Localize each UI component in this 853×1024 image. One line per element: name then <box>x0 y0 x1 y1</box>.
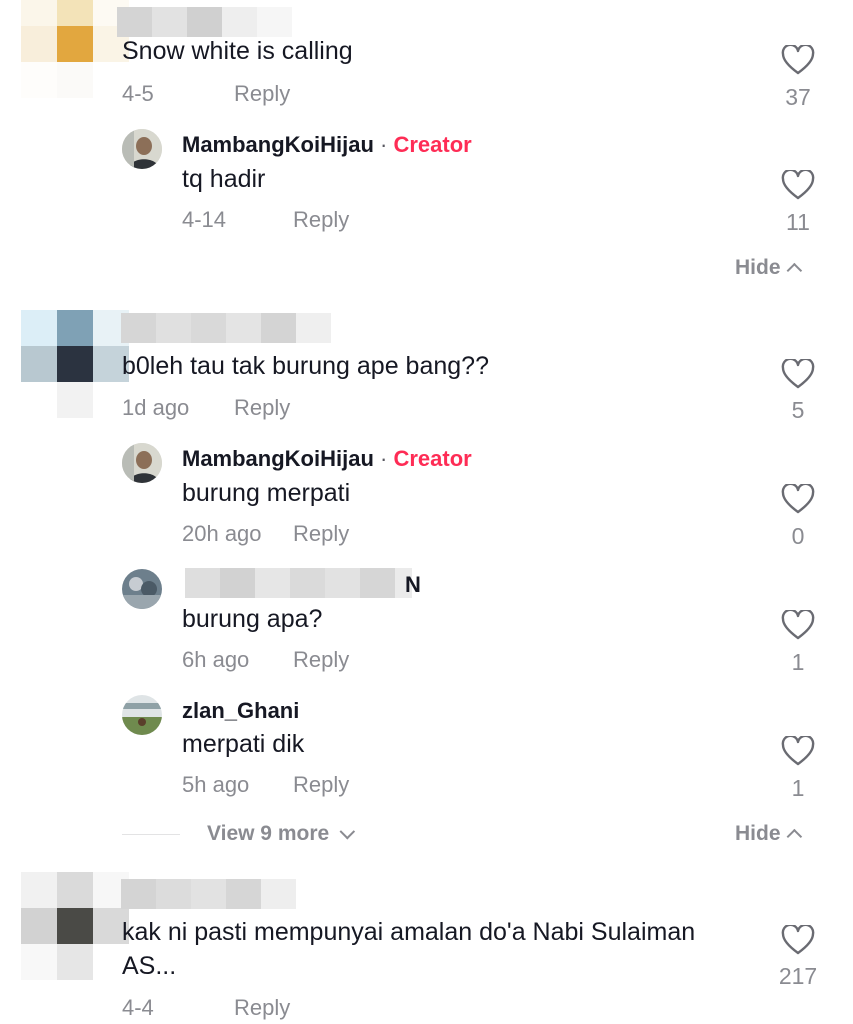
username[interactable]: MambangKoiHijau <box>182 132 374 157</box>
reply-text: burung apa? <box>182 605 323 633</box>
hide-replies-button[interactable]: Hide <box>735 256 802 280</box>
reply-button[interactable]: Reply <box>293 521 349 547</box>
like-count: 0 <box>791 523 805 549</box>
reply-author[interactable]: MambangKoiHijau · Creator <box>182 132 472 158</box>
username-censored[interactable] <box>185 568 412 598</box>
heart-icon[interactable] <box>781 45 815 75</box>
username-censored[interactable] <box>121 879 296 909</box>
chevron-up-icon <box>786 262 802 279</box>
comment-text: Snow white is calling <box>122 37 353 65</box>
creator-badge: Creator <box>393 446 472 471</box>
comment-time: 1d ago <box>122 395 190 420</box>
reply-button[interactable]: Reply <box>293 207 349 233</box>
like-count: 37 <box>785 84 811 110</box>
heart-icon[interactable] <box>781 359 815 389</box>
username[interactable]: zlan_Ghani <box>182 698 299 723</box>
heart-icon[interactable] <box>781 610 815 640</box>
username-visible-fragment[interactable]: N <box>405 572 421 598</box>
reply-time: 6h ago <box>182 647 250 672</box>
comment-text-line-2: AS... <box>122 952 177 980</box>
comment-text: b0leh tau tak burung ape bang?? <box>122 352 489 380</box>
comment-time: 4-5 <box>122 81 154 106</box>
view-more-label: View 9 more <box>207 822 330 845</box>
view-more-button[interactable]: View 9 more <box>207 822 356 846</box>
comment-time: 4-4 <box>122 995 154 1020</box>
chevron-down-icon <box>339 823 356 840</box>
avatar-censored[interactable] <box>21 0 129 98</box>
like-count: 1 <box>791 649 805 675</box>
reply-author[interactable]: MambangKoiHijau · Creator <box>182 446 472 472</box>
like-count: 5 <box>791 397 805 423</box>
hide-label: Hide <box>735 256 781 279</box>
reply-text: tq hadir <box>182 165 266 193</box>
reply-text: merpati dik <box>182 730 305 758</box>
like-count: 217 <box>778 963 818 989</box>
username[interactable]: MambangKoiHijau <box>182 446 374 471</box>
avatar-censored[interactable] <box>21 872 129 980</box>
reply-text: burung merpati <box>182 479 351 507</box>
avatar[interactable] <box>122 569 162 609</box>
reply-time: 4-14 <box>182 207 227 232</box>
reply-time: 20h ago <box>182 521 262 546</box>
avatar-censored[interactable] <box>21 310 129 418</box>
creator-badge: Creator <box>393 132 472 157</box>
comment-text-line-1: kak ni pasti mempunyai amalan do'a Nabi … <box>122 918 696 946</box>
separator: · <box>380 446 388 471</box>
reply-button[interactable]: Reply <box>234 995 290 1021</box>
username-censored[interactable] <box>121 313 331 343</box>
view-more-divider <box>122 834 180 835</box>
hide-replies-button[interactable]: Hide <box>735 822 802 846</box>
hide-label: Hide <box>735 822 781 845</box>
like-count: 1 <box>791 775 805 801</box>
heart-icon[interactable] <box>781 736 815 766</box>
chevron-up-icon <box>786 828 802 845</box>
reply-author[interactable]: zlan_Ghani <box>182 698 299 724</box>
reply-button[interactable]: Reply <box>293 647 349 673</box>
reply-button[interactable]: Reply <box>234 395 290 421</box>
avatar[interactable] <box>122 443 162 483</box>
heart-icon[interactable] <box>781 484 815 514</box>
avatar[interactable] <box>122 695 162 735</box>
heart-icon[interactable] <box>781 925 815 955</box>
like-count: 11 <box>786 209 810 235</box>
separator: · <box>380 132 388 157</box>
reply-button[interactable]: Reply <box>234 81 290 107</box>
username-censored[interactable] <box>117 7 292 37</box>
reply-time: 5h ago <box>182 772 250 797</box>
avatar[interactable] <box>122 129 162 169</box>
reply-button[interactable]: Reply <box>293 772 349 798</box>
heart-icon[interactable] <box>781 170 815 200</box>
